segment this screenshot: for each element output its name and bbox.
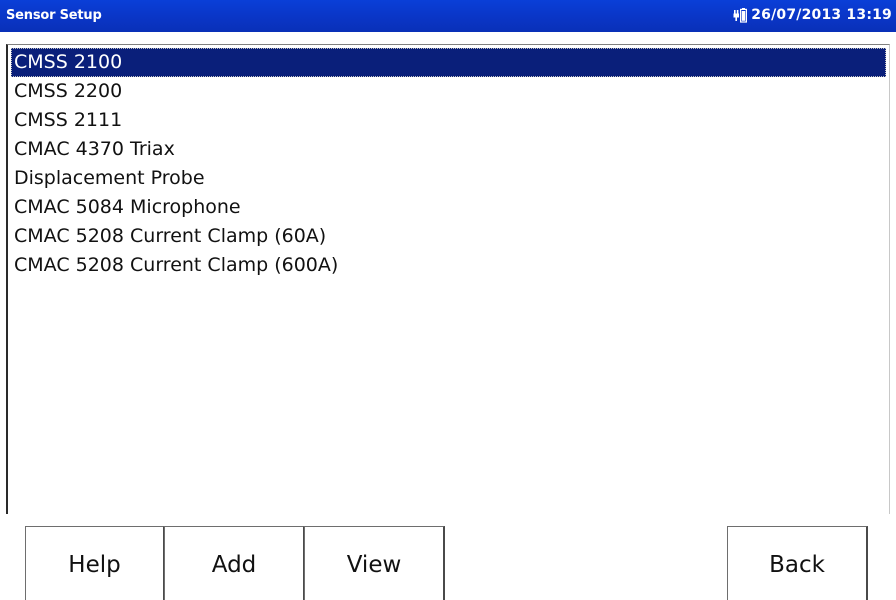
back-button[interactable]: Back <box>727 526 868 600</box>
sensor-list-item[interactable]: CMSS 2111 <box>11 106 886 135</box>
sensor-list-panel[interactable]: CMSS 2100 CMSS 2200 CMSS 2111 CMAC 4370 Tri… <box>6 44 890 514</box>
sensor-setup-screen: Sensor Setup 26/07/2013 13:19 CMSS 2100 C… <box>0 0 896 600</box>
sensor-list-item[interactable]: Displacement Probe <box>11 164 886 193</box>
button-bar: Help Add View Back <box>0 514 896 600</box>
title-bar: Sensor Setup 26/07/2013 13:19 <box>0 0 896 32</box>
sensor-list-item[interactable]: CMAC 5208 Current Clamp (600A) <box>11 251 886 280</box>
sensor-list-item[interactable]: CMSS 2200 <box>11 77 886 106</box>
sensor-list-item[interactable]: CMAC 5208 Current Clamp (60A) <box>11 222 886 251</box>
date-time: 26/07/2013 13:19 <box>751 7 892 23</box>
sensor-list[interactable]: CMSS 2100 CMSS 2200 CMSS 2111 CMAC 4370 Tri… <box>11 48 886 280</box>
help-button[interactable]: Help <box>25 526 165 600</box>
add-button[interactable]: Add <box>164 526 305 600</box>
battery-icon <box>733 6 748 24</box>
sensor-list-item[interactable]: CMAC 4370 Triax <box>11 135 886 164</box>
sensor-list-item[interactable]: CMSS 2100 <box>11 48 886 77</box>
view-button[interactable]: View <box>304 526 445 600</box>
status-area: 26/07/2013 13:19 <box>733 6 892 24</box>
window-title: Sensor Setup <box>6 8 102 23</box>
sensor-list-item[interactable]: CMAC 5084 Microphone <box>11 193 886 222</box>
